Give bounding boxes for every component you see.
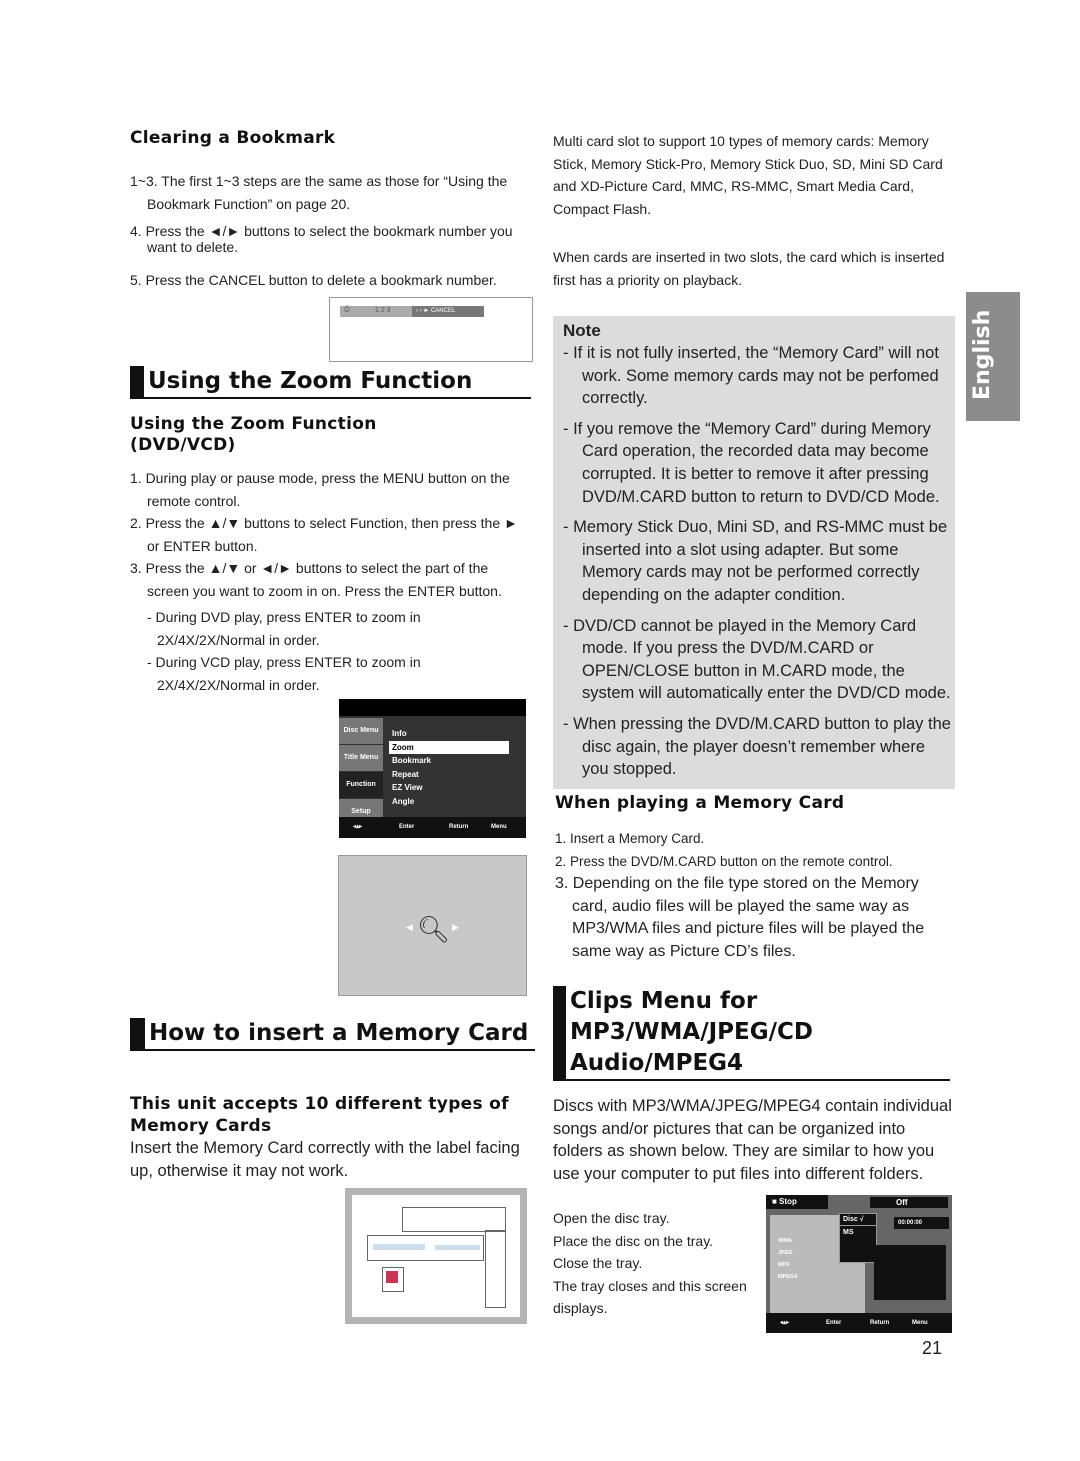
nav-icon: ◂▴▸	[353, 824, 363, 830]
zoom-steps: 1. During play or pause mode, press the …	[130, 467, 530, 696]
bookmark-numbers: 1 2 3	[375, 307, 391, 314]
footer-menu: Menu	[912, 1320, 928, 1326]
zoom-heading: Using the Zoom Function	[130, 366, 531, 399]
step: Close the tray.	[553, 1255, 643, 1271]
card-types-top	[402, 1207, 506, 1232]
note-item: - If it is not fully inserted, the “Memo…	[563, 344, 939, 408]
arrow-right-icon: ▶	[452, 922, 459, 932]
clips-heading: Clips Menu for MP3/WMA/JPEG/CD Audio/MPE…	[553, 986, 950, 1081]
note-dvd: - During DVD play, press ENTER to zoom i…	[147, 609, 421, 648]
step: 1~3. The first 1~3 steps are the same as…	[130, 173, 508, 212]
note-vcd: - During VCD play, press ENTER to zoom i…	[147, 654, 421, 693]
clips-menu-screen: ■ Stop Off WMA JPEG MP3 MPEG4 Disc √ MS …	[766, 1195, 952, 1333]
playing-heading: When playing a Memory Card	[555, 793, 845, 813]
manual-page: Clearing a Bookmark 1~3. The first 1~3 s…	[0, 0, 1080, 1461]
source-ms[interactable]: MS	[840, 1226, 876, 1239]
note-item: - Memory Stick Duo, Mini SD, and RS-MMC …	[563, 518, 948, 604]
note-box: Note - If it is not fully inserted, the …	[553, 316, 955, 789]
step: 1. Insert a Memory Card.	[555, 831, 705, 846]
language-label: English	[970, 309, 995, 400]
step: 3. Press the ▲/▼ or ◄/► buttons to selec…	[130, 560, 502, 599]
bookmark-icon: ⎙	[344, 306, 350, 313]
menu-bookmark: Bookmark	[392, 756, 432, 765]
playing-steps: 1. Insert a Memory Card. 2. Press the DV…	[555, 828, 935, 963]
step: 4. Press the ◄/► buttons to select the b…	[130, 223, 513, 255]
zoom-subheading: Using the Zoom Function (DVD/VCD)	[130, 414, 377, 455]
function-menu-screen: Disc Menu Title Menu Function Setup Info…	[339, 699, 526, 838]
card-slots	[367, 1235, 484, 1261]
arrow-left-icon: ◀	[406, 922, 413, 932]
note-title: Note	[563, 321, 601, 340]
menu-title-menu: Title Menu	[339, 745, 383, 771]
memory-card-slot-diagram	[345, 1188, 527, 1324]
footer-return: Return	[870, 1320, 890, 1326]
language-tab: English	[966, 292, 1020, 421]
source-popup: Disc √ MS	[839, 1213, 877, 1263]
preview-image	[874, 1245, 946, 1300]
footer-enter: Enter	[826, 1320, 842, 1326]
step: 5. Press the CANCEL button to delete a b…	[130, 272, 497, 288]
repeat-status: Off	[870, 1197, 948, 1208]
compact-flash-card	[382, 1267, 404, 1292]
card-priority-text: When cards are inserted in two slots, th…	[553, 249, 945, 288]
step: 2. Press the DVD/M.CARD button on the re…	[555, 853, 893, 869]
note-item: - When pressing the DVD/M.CARD button to…	[563, 714, 951, 779]
insert-subheading: This unit accepts 10 different types of …	[130, 1094, 509, 1136]
clips-text: Discs with MP3/WMA/JPEG/MPEG4 contain in…	[553, 1097, 952, 1183]
menu-disc-menu: Disc Menu	[339, 718, 383, 744]
insert-text: Insert the Memory Card correctly with th…	[130, 1139, 520, 1180]
folder-mpeg4: MPEG4	[778, 1274, 798, 1280]
bookmark-cancel: ‹ › ► CANCEL	[412, 306, 484, 317]
step: Place the disc on the tray.	[553, 1232, 714, 1249]
footer-return: Return	[449, 824, 469, 830]
clearing-steps: 1~3. The first 1~3 steps are the same as…	[130, 170, 530, 292]
bookmark-screen: ⎙ 1 2 3 ‹ › ► CANCEL	[329, 297, 533, 362]
zoom-screen: 🔍︎ ◀ ▶	[338, 855, 527, 996]
step: 1. During play or pause mode, press the …	[130, 470, 510, 509]
source-disc[interactable]: Disc √	[840, 1214, 876, 1226]
menu-zoom: Zoom	[389, 740, 509, 754]
step: Open the disc tray.	[553, 1210, 670, 1226]
menu-repeat: Repeat	[392, 769, 419, 779]
note-item: - DVD/CD cannot be played in the Memory …	[563, 616, 951, 703]
step: 2. Press the ▲/▼ buttons to select Funct…	[130, 515, 518, 554]
menu-function: Function	[339, 772, 383, 798]
card-support-text: Multi card slot to support 10 types of m…	[553, 133, 943, 217]
clips-steps: Open the disc tray. Place the disc on th…	[553, 1207, 753, 1320]
clearing-bookmark-heading: Clearing a Bookmark	[130, 128, 336, 148]
nav-icon: ◂▴▸	[780, 1320, 790, 1326]
note-item: - If you remove the “Memory Card” during…	[563, 419, 940, 506]
status-stop: ■ Stop	[766, 1195, 828, 1209]
page-number: 21	[922, 1338, 943, 1358]
card-types-side	[485, 1230, 506, 1308]
insert-heading: How to insert a Memory Card	[130, 1018, 535, 1051]
menu-angle: Angle	[392, 796, 415, 806]
footer-menu: Menu	[491, 824, 507, 830]
footer-enter: Enter	[399, 824, 415, 830]
step: The tray closes and this screen displays…	[553, 1277, 747, 1317]
step: 3. Depending on the file type stored on …	[555, 875, 925, 960]
menu-info: Info	[392, 729, 407, 738]
menu-ez-view: EZ View	[392, 783, 423, 792]
magnifier-icon: 🔍︎	[417, 914, 451, 944]
time-display: 00:00:00	[894, 1217, 949, 1229]
